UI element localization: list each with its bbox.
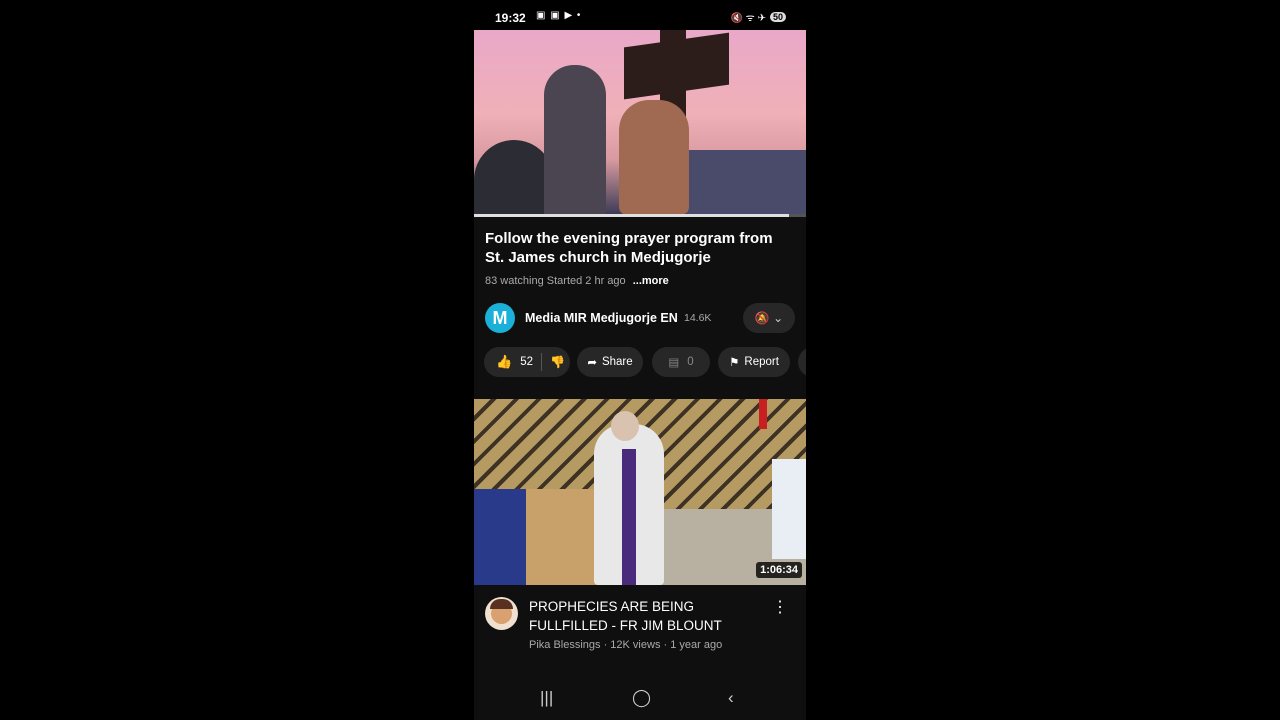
divider xyxy=(540,353,542,371)
mute-wifi-airplane-icons: 🔇 ᯤ ✈ xyxy=(730,13,766,24)
video-progress-bar[interactable] xyxy=(474,214,806,217)
video-title: Follow the evening prayer program from S… xyxy=(485,230,773,266)
android-nav-bar: ||| ◯ ‹ xyxy=(474,678,806,720)
like-count[interactable]: 52 xyxy=(520,356,533,368)
back-icon[interactable]: ‹ xyxy=(728,688,734,708)
thumbs-down-icon[interactable]: 👎 xyxy=(550,355,565,369)
chevron-down-icon: ⌄ xyxy=(773,311,784,325)
video-meta[interactable]: 83 watching Started 2 hr ago ...more xyxy=(485,275,669,287)
video-player[interactable] xyxy=(474,30,806,215)
altar-cloth xyxy=(474,489,526,585)
sanctuary-lamp xyxy=(759,399,767,429)
more-actions-button[interactable] xyxy=(798,347,806,377)
video-progress-fill xyxy=(474,214,790,217)
notification-icons: ▣ ▣ ▶ • xyxy=(536,10,582,21)
channel-row[interactable]: M Media MIR Medjugorje EN 14.6K 🔕 ⌄ xyxy=(485,303,795,333)
notification-bell-button[interactable]: 🔕 ⌄ xyxy=(743,303,795,333)
home-icon[interactable]: ◯ xyxy=(632,688,651,708)
duration-badge: 1:06:34 xyxy=(756,562,802,578)
priest-head xyxy=(611,411,639,441)
flag-icon: ⚑ xyxy=(729,357,740,369)
share-button[interactable]: ➦ Share xyxy=(577,347,643,377)
crucifix-figure xyxy=(619,100,689,215)
avatar-hair xyxy=(490,599,513,609)
action-bar: 👍 52 👎 ➦ Share ▤ 0 ⚑ Report xyxy=(484,347,806,377)
comment-count: 0 xyxy=(687,356,694,368)
phone-screen: 19:32 ▣ ▣ ▶ • 🔇 ᯤ ✈ 50 Follow the evenin… xyxy=(474,0,806,720)
share-icon: ➦ xyxy=(587,357,597,369)
status-bar: 19:32 ▣ ▣ ▶ • 🔇 ᯤ ✈ 50 xyxy=(474,0,806,30)
recents-icon[interactable]: ||| xyxy=(540,688,553,708)
system-icons: 🔇 ᯤ ✈ 50 xyxy=(730,10,786,24)
building-silhouette xyxy=(684,150,806,215)
watching-count: 83 watching xyxy=(485,275,544,287)
channel-name[interactable]: Media MIR Medjugorje EN xyxy=(525,311,678,325)
like-dislike-group: 👍 52 👎 xyxy=(484,347,570,377)
drape xyxy=(772,459,806,559)
subscriber-count: 14.6K xyxy=(684,312,712,324)
status-time: 19:32 xyxy=(495,11,526,25)
comments-button[interactable]: ▤ 0 xyxy=(652,347,710,377)
report-button[interactable]: ⚑ Report xyxy=(718,347,790,377)
comment-icon: ▤ xyxy=(668,357,680,369)
started-time: Started 2 hr ago xyxy=(546,275,626,287)
next-video-title[interactable]: PROPHECIES ARE BEING FULLFILLED - FR JIM… xyxy=(529,597,749,635)
next-video-meta: Pika Blessings · 12K views · 1 year ago xyxy=(529,639,723,651)
stole xyxy=(622,449,636,585)
battery-icon: 50 xyxy=(769,12,786,22)
next-video-thumbnail[interactable]: 1:06:34 xyxy=(474,399,806,585)
next-video-channel-avatar[interactable] xyxy=(485,597,518,630)
statue-silhouette xyxy=(544,65,606,215)
bell-off-icon: 🔕 xyxy=(754,311,770,325)
crucifix-horizontal xyxy=(624,32,729,100)
share-label: Share xyxy=(601,356,633,368)
more-link[interactable]: ...more xyxy=(633,275,669,287)
kebab-menu-icon[interactable]: ⋮ xyxy=(772,598,788,618)
channel-avatar[interactable]: M xyxy=(485,303,515,333)
thumbs-up-icon[interactable]: 👍 xyxy=(496,354,512,370)
report-label: Report xyxy=(744,356,779,368)
trees-silhouette xyxy=(474,140,554,215)
